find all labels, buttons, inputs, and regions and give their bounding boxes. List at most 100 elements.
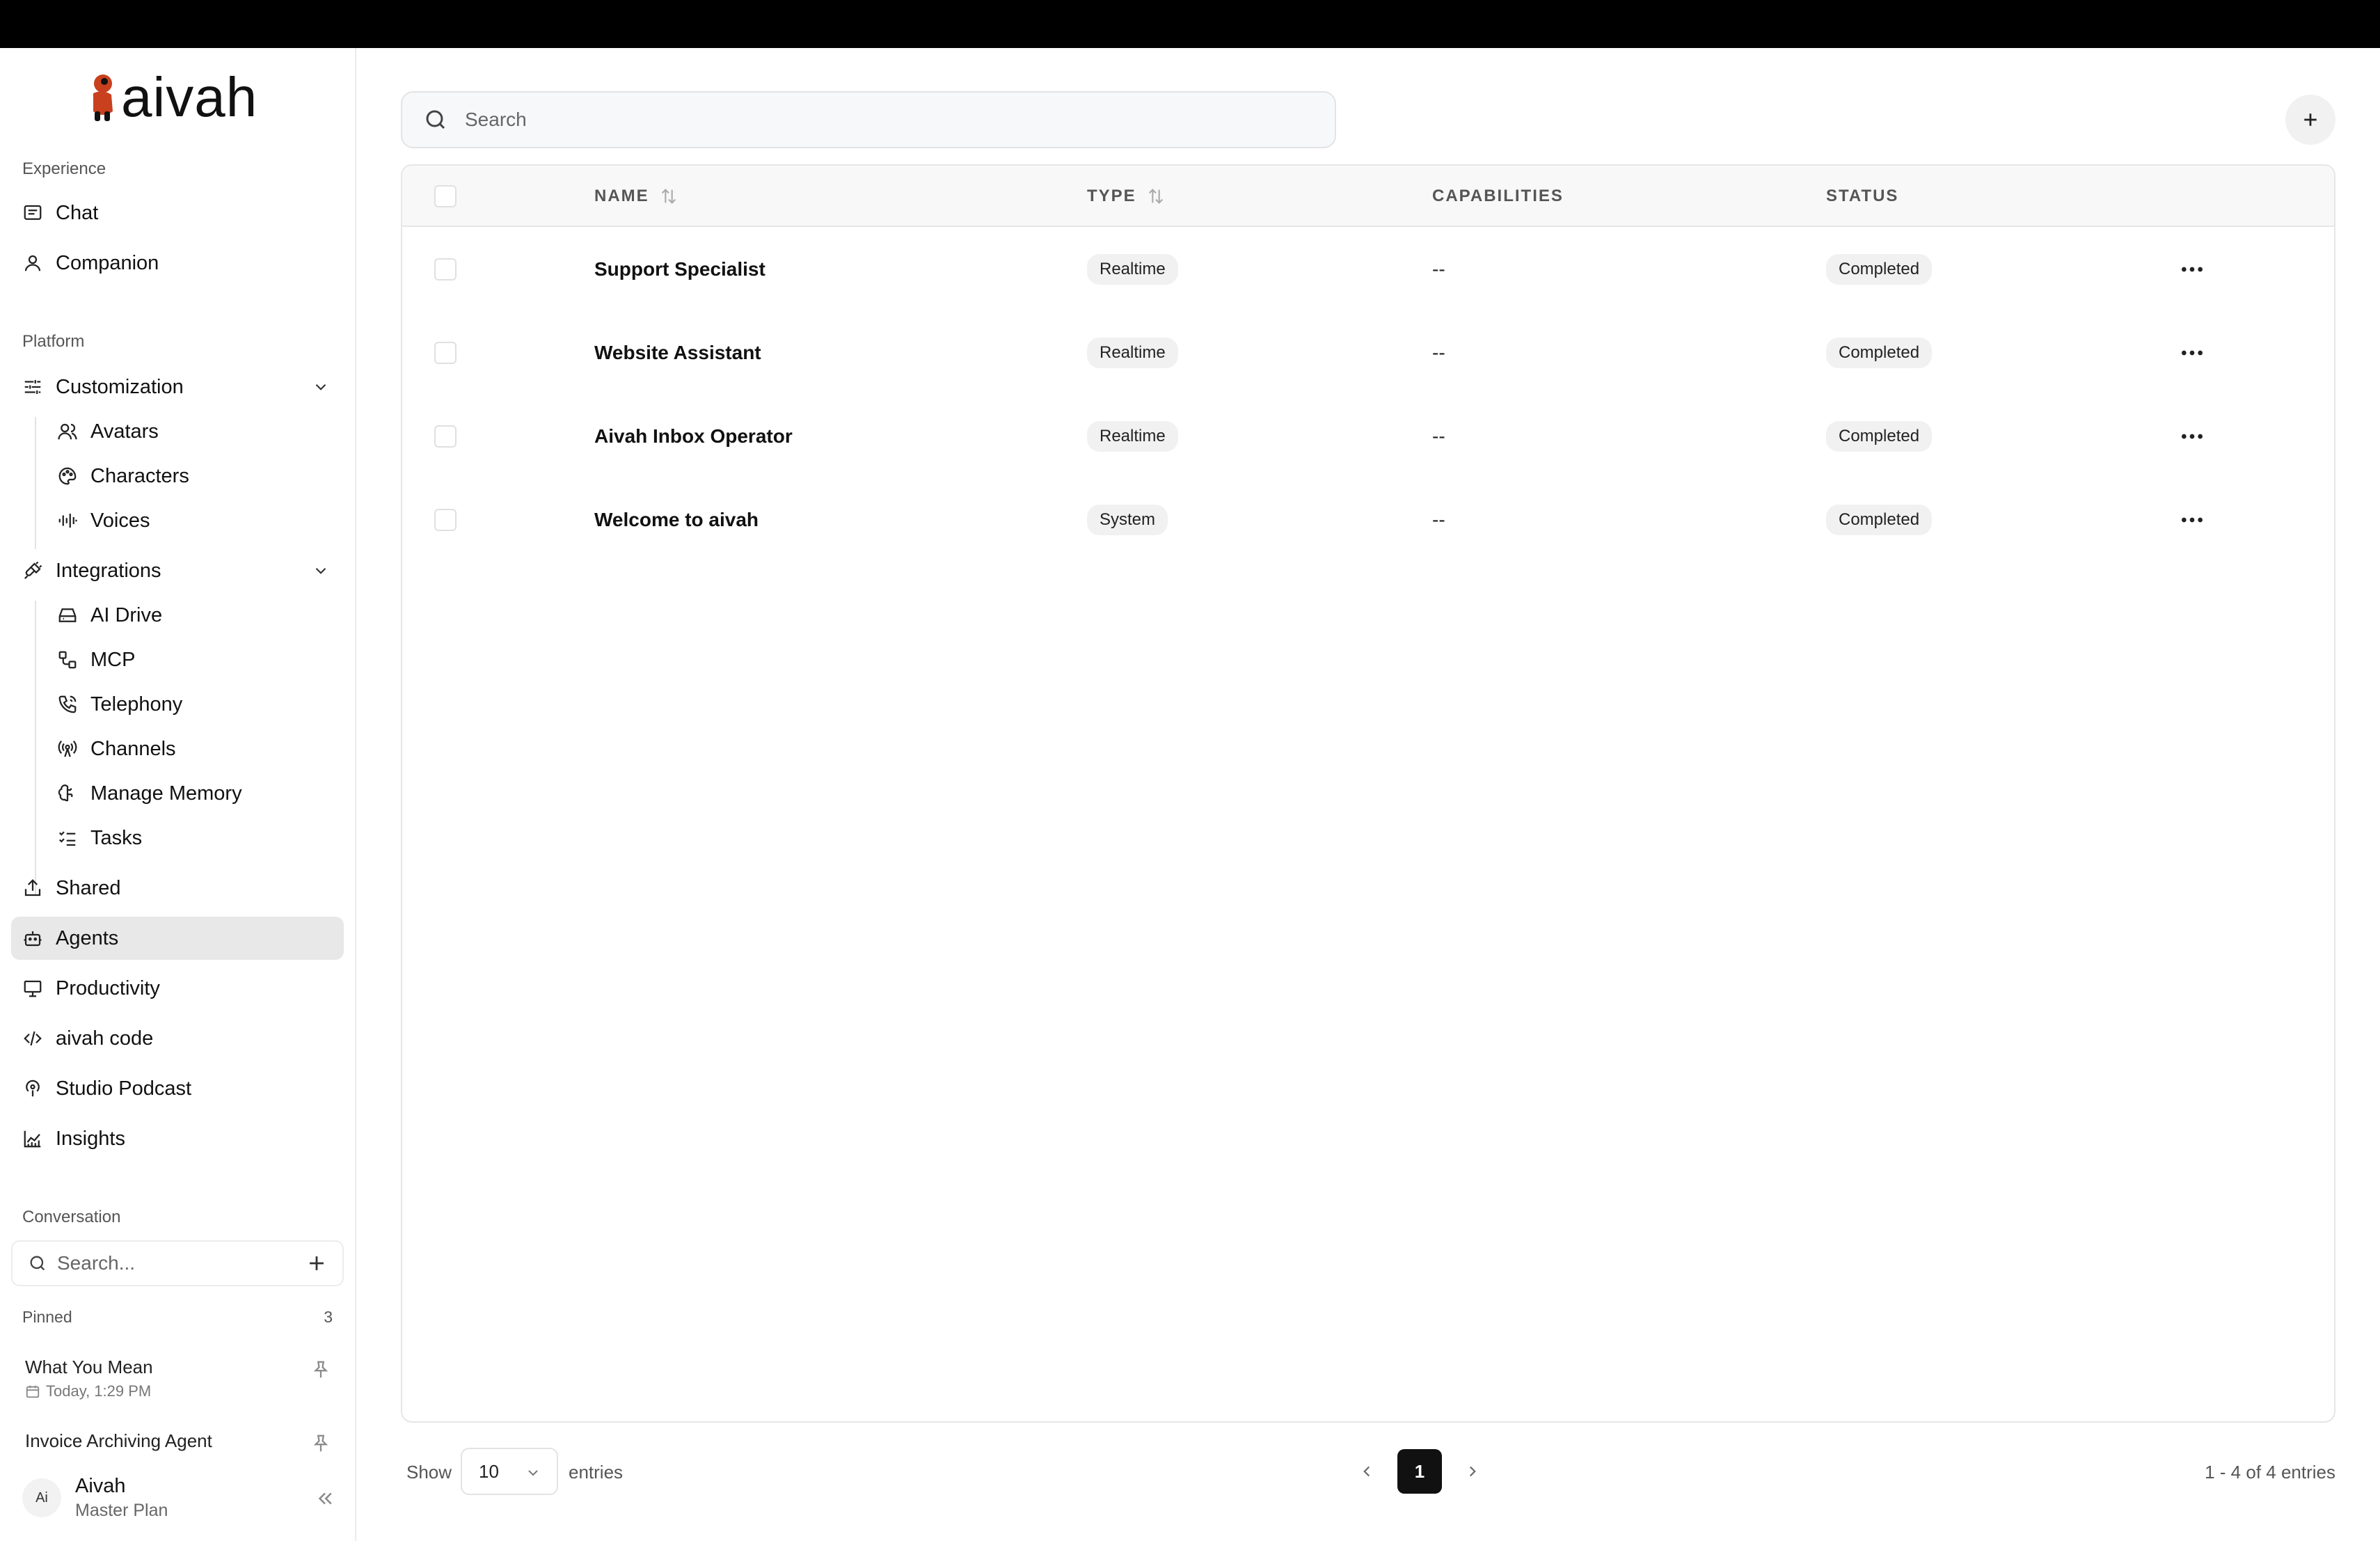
user-profile[interactable]: Ai Aivah Master Plan [22,1470,335,1526]
type-badge: System [1087,505,1168,535]
pinned-count: 3 [324,1308,333,1326]
users-icon [57,421,78,442]
user-plan: Master Plan [75,1501,168,1520]
avatar: Ai [22,1478,61,1517]
type-badge: Realtime [1087,421,1178,452]
nav-label: Telephony [90,693,183,716]
new-conversation-plus-icon[interactable] [305,1251,328,1275]
section-platform: Platform [22,332,85,351]
nav-label: Manage Memory [90,782,242,805]
nav-avatars[interactable]: Avatars [46,410,344,453]
nav-manage-memory[interactable]: Manage Memory [46,772,344,815]
nav-chat[interactable]: Chat [11,191,344,235]
add-agent-button[interactable] [2285,95,2335,145]
nav-label: Studio Podcast [56,1077,192,1100]
list-checks-icon [57,828,78,848]
page-size-select[interactable]: 10 [461,1448,558,1495]
collapse-sidebar-icon[interactable] [315,1488,335,1509]
select-all-checkbox[interactable] [434,185,457,207]
status-badge: Completed [1826,338,1933,368]
agents-table: NAME TYPE CAPABILITIES STATUS Support Sp… [401,164,2335,1423]
window-top-bar [0,0,2380,48]
pinned-header: Pinned 3 [22,1308,333,1327]
next-page-button[interactable] [1459,1457,1486,1485]
nav-label: Tasks [90,826,143,849]
section-conversation: Conversation [22,1208,121,1226]
agent-name[interactable]: Support Specialist [594,228,765,311]
pinned-title: What You Mean [25,1357,153,1377]
more-horizontal-icon[interactable] [2178,422,2206,450]
prev-page-button[interactable] [1353,1457,1381,1485]
sort-icon[interactable] [1146,187,1166,206]
column-header-type[interactable]: TYPE [1087,187,1166,206]
nav-characters[interactable]: Characters [46,455,344,498]
pin-icon[interactable] [310,1433,331,1454]
chevron-down-icon[interactable] [312,378,330,396]
conversation-search-placeholder: Search... [57,1252,136,1274]
brain-icon [57,783,78,804]
nav-label: Integrations [56,559,161,582]
nav-voices[interactable]: Voices [46,499,344,542]
more-horizontal-icon[interactable] [2178,255,2206,283]
tree-line [35,417,36,549]
capabilities-value: -- [1432,342,1445,363]
sliders-icon [22,377,43,397]
row-checkbox[interactable] [434,258,457,280]
podcast-icon [22,1078,43,1099]
user-meta: Aivah Master Plan [75,1475,168,1521]
section-experience: Experience [22,159,106,178]
nav-customization[interactable]: Customization [11,365,344,409]
nav-companion[interactable]: Companion [11,242,344,285]
pin-icon[interactable] [310,1359,331,1380]
table-row[interactable]: Welcome to aivah System -- Completed [402,478,2334,562]
conversation-search-input[interactable]: Search... [11,1240,344,1286]
user-name: Aivah [75,1475,126,1497]
nav-productivity[interactable]: Productivity [11,967,344,1010]
nav-ai-drive[interactable]: AI Drive [46,594,344,637]
nav-studio-podcast[interactable]: Studio Podcast [11,1067,344,1110]
nav-channels[interactable]: Channels [46,727,344,770]
table-row[interactable]: Website Assistant Realtime -- Completed [402,311,2334,395]
table-row[interactable]: Aivah Inbox Operator Realtime -- Complet… [402,395,2334,478]
nav-label: Shared [56,876,121,899]
page-number-button[interactable]: 1 [1397,1449,1442,1494]
nav-insights[interactable]: Insights [11,1117,344,1160]
search-icon [30,1256,45,1271]
brand-logo[interactable]: aivah [88,66,257,129]
nav-mcp[interactable]: MCP [46,638,344,681]
plug-icon [22,560,43,581]
nav-agents[interactable]: Agents [11,917,344,960]
nav-aivah-code[interactable]: aivah code [11,1017,344,1060]
nav-label: Agents [56,926,119,949]
nav-shared[interactable]: Shared [11,867,344,910]
column-header-name[interactable]: NAME [594,187,679,206]
nav-tasks[interactable]: Tasks [46,816,344,860]
nav-integrations[interactable]: Integrations [11,549,344,592]
agent-name[interactable]: Welcome to aivah [594,478,759,562]
audio-waveform-icon [57,510,78,531]
pinned-time-text: Today, 1:29 PM [46,1382,152,1400]
chevron-down-icon[interactable] [312,562,330,580]
table-row[interactable]: Support Specialist Realtime -- Completed [402,228,2334,311]
page-size-value: 10 [479,1460,499,1482]
row-checkbox[interactable] [434,425,457,448]
row-checkbox[interactable] [434,509,457,531]
nav-telephony[interactable]: Telephony [46,683,344,726]
chevron-right-icon [1469,1466,1476,1477]
pinned-conversation-item[interactable]: Invoice Archiving Agent [25,1430,331,1452]
row-checkbox[interactable] [434,342,457,364]
plus-icon [2304,113,2317,126]
pinned-time: Today, 1:29 PM [25,1382,331,1400]
radio-tower-icon [57,738,78,759]
capabilities-value: -- [1432,509,1445,530]
sort-icon[interactable] [659,187,679,206]
more-horizontal-icon[interactable] [2178,339,2206,367]
more-horizontal-icon[interactable] [2178,506,2206,534]
hard-drive-icon [57,605,78,626]
pinned-conversation-item[interactable]: What You Mean Today, 1:29 PM [25,1357,331,1400]
agent-name[interactable]: Website Assistant [594,311,761,395]
agents-search-input[interactable]: Search [401,91,1336,148]
tree-line [35,601,36,896]
agent-name[interactable]: Aivah Inbox Operator [594,395,793,478]
chevron-down-icon [528,1470,538,1476]
